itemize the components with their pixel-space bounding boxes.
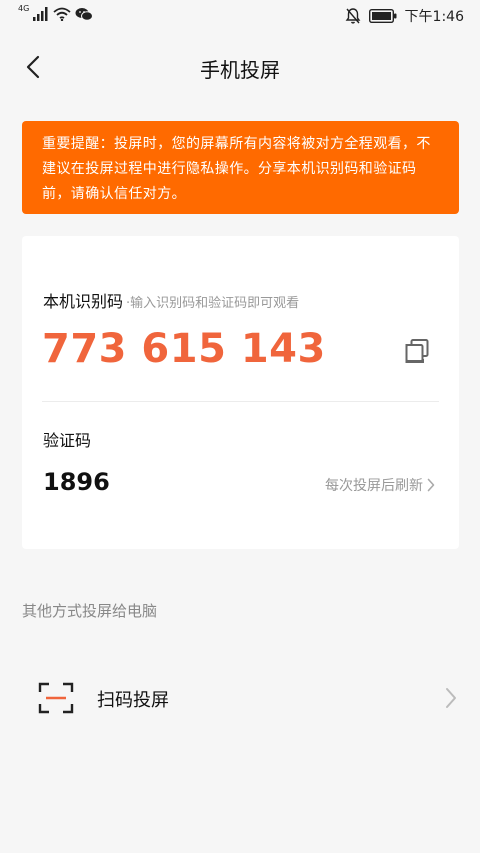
device-id-label: 本机识别码 <box>43 292 124 311</box>
status-right: 下午1:46 <box>345 6 464 26</box>
verification-code-label: 验证码 <box>43 431 92 450</box>
warning-banner: 重要提醒：投屏时，您的屏幕所有内容将被对方全程观看，不建议在投屏过程中进行隐私操… <box>22 121 459 214</box>
status-bar: 4G 下午1:46 <box>0 0 480 32</box>
scan-icon <box>38 682 74 714</box>
device-id-value: 773 615 143 <box>42 326 326 372</box>
wechat-icon <box>75 8 94 21</box>
copy-button[interactable] <box>403 337 431 365</box>
network-type-label: 4G <box>18 4 30 13</box>
chevron-right-icon <box>427 478 435 492</box>
scan-to-cast-label: 扫码投屏 <box>97 690 169 711</box>
wifi-icon <box>53 7 71 21</box>
header: 手机投屏 <box>0 32 480 102</box>
scan-to-cast-item[interactable]: 扫码投屏 <box>0 664 480 732</box>
refresh-info-link[interactable]: 每次投屏后刷新 <box>325 475 435 495</box>
mute-bell-icon <box>345 8 360 24</box>
status-time: 下午1:46 <box>404 9 464 25</box>
battery-icon <box>368 9 397 23</box>
page-title: 手机投屏 <box>200 58 280 82</box>
divider <box>42 401 439 402</box>
status-left: 4G <box>18 4 94 21</box>
copy-icon <box>405 339 429 363</box>
refresh-info-text: 每次投屏后刷新 <box>325 478 423 494</box>
chevron-right-icon <box>446 688 456 708</box>
device-id-label-row: 本机识别码 ·输入识别码和验证码即可观看 <box>43 288 299 312</box>
device-id-hint: ·输入识别码和验证码即可观看 <box>126 296 300 311</box>
signal-icon <box>33 7 48 21</box>
screen-share-card: 本机识别码 ·输入识别码和验证码即可观看 773 615 143 验证码 189… <box>22 236 459 549</box>
verification-code-value: 1896 <box>43 468 110 496</box>
other-methods-section-title: 其他方式投屏给电脑 <box>22 602 158 620</box>
